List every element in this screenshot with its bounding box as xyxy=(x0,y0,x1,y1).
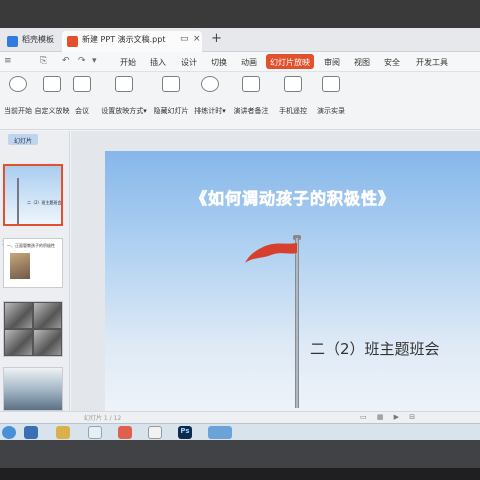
slide-editor: 《如何调动孩子的积极性》 二（2）班主题班会 xyxy=(71,131,480,411)
redo-icon[interactable]: ↷ xyxy=(78,56,86,66)
meeting-button[interactable]: 会议 xyxy=(70,76,94,116)
slide-title: 《如何调动孩子的积极性》 xyxy=(191,189,396,209)
slides-tab[interactable]: 幻灯片 xyxy=(8,134,38,145)
menu-animation[interactable]: 动画 xyxy=(241,57,257,68)
slide-thumbnail-1[interactable]: 二（2）班主题班会 xyxy=(3,164,63,226)
menu-bar: ≡ ⎘ ↶ ↷ ▾ 开始 插入 设计 切换 动画 幻灯片放映 审阅 视图 安全 … xyxy=(0,52,480,72)
menu-home[interactable]: 开始 xyxy=(120,57,136,68)
menu-insert[interactable]: 插入 xyxy=(150,57,166,68)
play-from-current-icon xyxy=(9,76,27,92)
slide-thumbnail-2[interactable]: 一、正面管教孩子的积极性 xyxy=(3,238,63,288)
view-mode-icons[interactable]: ▭ ▦ ▶ ⊟ xyxy=(360,413,419,421)
slide-thumbnail-3[interactable] xyxy=(3,301,63,357)
photo-tile xyxy=(34,303,61,328)
ie-icon[interactable] xyxy=(24,426,38,439)
menu-transition[interactable]: 切换 xyxy=(211,57,227,68)
wps-logo-icon xyxy=(7,36,18,47)
thumbnail-caption: 二（2）班主题班会 xyxy=(27,200,62,205)
menu-design[interactable]: 设计 xyxy=(181,57,197,68)
laptop-bezel xyxy=(0,440,480,480)
slide-thumbnail-panel: 幻灯片 1 二（2）班主题班会 2 一、正面管教孩子的积极性 xyxy=(0,131,70,411)
laptop-screen: 稻壳模板 新建 PPT 演示文稿.ppt ▭ × + ≡ ⎘ ↶ ↷ ▾ 开始 … xyxy=(0,28,480,440)
menu-developer[interactable]: 开发工具 xyxy=(416,57,448,68)
browser-icon[interactable] xyxy=(88,426,102,439)
ribbon: 当前开始 自定义放映 会议 设置放映方式▾ 隐藏幻灯片 排练计时▾ 演讲者备注 xyxy=(0,72,480,130)
tab-bar: 稻壳模板 新建 PPT 演示文稿.ppt ▭ × + xyxy=(0,28,480,52)
tab-label: 稻壳模板 xyxy=(22,35,54,44)
slide-counter: 幻灯片 1 / 12 xyxy=(84,415,122,422)
file-menu-icon[interactable]: ≡ xyxy=(4,56,12,66)
windows-taskbar: Ps xyxy=(0,423,480,440)
meeting-icon xyxy=(73,76,91,92)
record-icon xyxy=(322,76,340,92)
photo-tile xyxy=(5,303,32,328)
ppt-file-icon xyxy=(67,36,78,47)
speaker-notes-icon xyxy=(242,76,260,92)
menu-security[interactable]: 安全 xyxy=(384,57,400,68)
thumbnail-title: 一、正面管教孩子的积极性 xyxy=(7,243,55,248)
undo-icon[interactable]: ↶ xyxy=(62,56,70,66)
bezel-edge xyxy=(0,440,480,468)
wechat-icon[interactable] xyxy=(148,426,162,439)
wps-task-icon[interactable] xyxy=(208,426,232,439)
record-button[interactable]: 演示实录 xyxy=(315,76,347,116)
menu-view[interactable]: 视图 xyxy=(354,57,370,68)
flagpole-thumbnail xyxy=(17,178,19,224)
photoshop-icon[interactable]: Ps xyxy=(178,426,192,439)
new-tab-button[interactable]: + xyxy=(211,31,222,46)
show-setup-icon xyxy=(115,76,133,92)
speaker-notes-button[interactable]: 演讲者备注 xyxy=(232,76,270,116)
start-icon[interactable] xyxy=(2,426,16,439)
rehearse-timing-icon xyxy=(201,76,219,92)
slide-subtitle: 二（2）班主题班会 xyxy=(310,340,440,358)
app-icon[interactable] xyxy=(118,426,132,439)
menu-review[interactable]: 审阅 xyxy=(324,57,340,68)
tab-window-icon[interactable]: ▭ xyxy=(180,34,189,44)
tab-template[interactable]: 稻壳模板 xyxy=(2,31,58,52)
photo-tile xyxy=(34,330,61,355)
photo-tile xyxy=(5,330,32,355)
folder-icon[interactable] xyxy=(56,426,70,439)
thumbnail-photo xyxy=(10,253,30,279)
menu-slideshow[interactable]: 幻灯片放映 xyxy=(266,54,314,69)
phone-remote-icon xyxy=(284,76,302,92)
hide-slide-icon xyxy=(162,76,180,92)
current-slide[interactable]: 《如何调动孩子的积极性》 二（2）班主题班会 xyxy=(105,151,480,411)
custom-show-button[interactable]: 自定义放映 xyxy=(30,76,74,116)
tab-close-icon[interactable]: × xyxy=(193,34,201,44)
custom-show-icon xyxy=(43,76,61,92)
show-setup-button[interactable]: 设置放映方式▾ xyxy=(98,76,150,116)
hide-slide-button[interactable]: 隐藏幻灯片 xyxy=(152,76,190,116)
status-bar: 幻灯片 1 / 12 ▭ ▦ ▶ ⊟ xyxy=(0,411,480,423)
tab-label: 新建 PPT 演示文稿.ppt xyxy=(82,35,166,44)
save-icon[interactable]: ⎘ xyxy=(40,56,47,66)
slide-thumbnail-4[interactable] xyxy=(3,367,63,411)
phone-remote-button[interactable]: 手机遥控 xyxy=(277,76,309,116)
quick-access-dropdown-icon[interactable]: ▾ xyxy=(92,56,97,66)
red-flag-image xyxy=(245,243,297,263)
rehearse-timing-button[interactable]: 排练计时▾ xyxy=(193,76,227,116)
